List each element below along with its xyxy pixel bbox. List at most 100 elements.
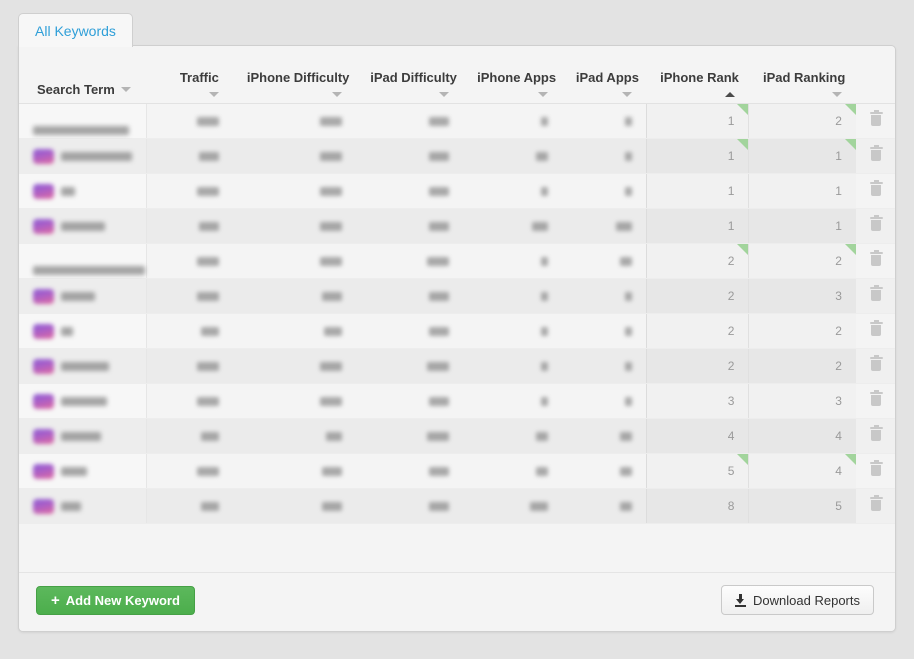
table-row[interactable]: 11 bbox=[19, 209, 895, 244]
ipad-diff-value bbox=[429, 327, 449, 336]
cell-ipad-diff bbox=[356, 209, 463, 244]
table-row[interactable]: 11 bbox=[19, 174, 895, 209]
cell-ipad-rank: 2 bbox=[749, 244, 856, 279]
column-header-label: iPad Apps bbox=[576, 46, 632, 85]
cell-ipad-diff bbox=[356, 489, 463, 524]
table-row[interactable]: 22 bbox=[19, 314, 895, 349]
rank-improved-flag-icon bbox=[737, 244, 748, 255]
cell-traffic bbox=[146, 489, 232, 524]
column-header-iphone-diff[interactable]: iPhone Difficulty bbox=[233, 46, 356, 104]
download-reports-button[interactable]: Download Reports bbox=[721, 585, 874, 615]
search-term-text bbox=[61, 292, 95, 301]
cell-search-term bbox=[19, 244, 146, 279]
trash-icon[interactable] bbox=[870, 287, 883, 302]
iphone-apps-value bbox=[541, 117, 548, 126]
cell-ipad-rank: 2 bbox=[749, 104, 856, 139]
cell-delete[interactable] bbox=[856, 139, 895, 174]
cell-search-term bbox=[19, 279, 146, 314]
cell-iphone-apps bbox=[463, 349, 562, 384]
cell-iphone-rank: 2 bbox=[646, 314, 749, 349]
cell-search-term bbox=[19, 454, 146, 489]
trash-icon[interactable] bbox=[870, 182, 883, 197]
cell-iphone-diff bbox=[233, 279, 356, 314]
cell-delete[interactable] bbox=[856, 384, 895, 419]
column-header-iphone-apps[interactable]: iPhone Apps bbox=[463, 46, 562, 104]
column-header-label: iPad Difficulty bbox=[370, 46, 449, 85]
table-row[interactable]: 33 bbox=[19, 384, 895, 419]
column-header-iphone-rank[interactable]: iPhone Rank bbox=[646, 46, 749, 104]
table-body: 121111112223222233445485 bbox=[19, 104, 895, 524]
cell-iphone-rank: 2 bbox=[646, 279, 749, 314]
ipad-diff-value bbox=[429, 117, 449, 126]
cell-traffic bbox=[146, 349, 232, 384]
cell-delete[interactable] bbox=[856, 454, 895, 489]
cell-delete[interactable] bbox=[856, 489, 895, 524]
column-header-ipad-diff[interactable]: iPad Difficulty bbox=[356, 46, 463, 104]
cell-delete[interactable] bbox=[856, 279, 895, 314]
cell-iphone-rank: 8 bbox=[646, 489, 749, 524]
caret-down-icon bbox=[121, 87, 131, 92]
ipad-rank-value: 2 bbox=[835, 114, 842, 128]
cell-search-term bbox=[19, 104, 146, 139]
ipad-apps-value bbox=[625, 292, 632, 301]
trash-icon[interactable] bbox=[870, 427, 883, 442]
cell-delete[interactable] bbox=[856, 244, 895, 279]
caret-down-icon bbox=[209, 92, 219, 97]
table-row[interactable]: 22 bbox=[19, 244, 895, 279]
cell-delete[interactable] bbox=[856, 209, 895, 244]
cell-search-term bbox=[19, 314, 146, 349]
iphone-apps-value bbox=[532, 222, 548, 231]
trash-icon[interactable] bbox=[870, 392, 883, 407]
table-row[interactable]: 12 bbox=[19, 104, 895, 139]
search-term-text bbox=[61, 222, 105, 231]
download-icon bbox=[735, 594, 746, 607]
trash-icon[interactable] bbox=[870, 322, 883, 337]
table-row[interactable]: 54 bbox=[19, 454, 895, 489]
cell-ipad-rank: 3 bbox=[749, 384, 856, 419]
cell-delete[interactable] bbox=[856, 314, 895, 349]
trash-icon[interactable] bbox=[870, 357, 883, 372]
cell-traffic bbox=[146, 209, 232, 244]
cell-ipad-rank: 2 bbox=[749, 349, 856, 384]
cell-iphone-apps bbox=[463, 104, 562, 139]
trash-icon[interactable] bbox=[870, 217, 883, 232]
trash-icon[interactable] bbox=[870, 252, 883, 267]
cell-delete[interactable] bbox=[856, 104, 895, 139]
trash-icon[interactable] bbox=[870, 462, 883, 477]
cell-iphone-apps bbox=[463, 489, 562, 524]
ipad-apps-value bbox=[625, 152, 632, 161]
table-row[interactable]: 11 bbox=[19, 139, 895, 174]
tab-all-keywords[interactable]: All Keywords bbox=[18, 13, 133, 47]
table-row[interactable]: 23 bbox=[19, 279, 895, 314]
cell-ipad-rank: 4 bbox=[749, 454, 856, 489]
column-header-ipad-rank[interactable]: iPad Ranking bbox=[749, 46, 856, 104]
iphone-diff-value bbox=[320, 257, 342, 266]
column-header-term[interactable]: Search Term bbox=[19, 46, 146, 104]
ipad-diff-value bbox=[429, 397, 449, 406]
table-row[interactable]: 44 bbox=[19, 419, 895, 454]
cell-traffic bbox=[146, 104, 232, 139]
table-row[interactable]: 22 bbox=[19, 349, 895, 384]
cell-search-term bbox=[19, 209, 146, 244]
cell-delete[interactable] bbox=[856, 349, 895, 384]
trash-icon[interactable] bbox=[870, 147, 883, 162]
ipad-rank-value: 5 bbox=[835, 499, 842, 513]
cell-ipad-rank: 1 bbox=[749, 209, 856, 244]
column-header-traffic[interactable]: Traffic bbox=[146, 46, 232, 104]
column-header-label: iPhone Apps bbox=[477, 46, 548, 85]
cell-delete[interactable] bbox=[856, 419, 895, 454]
rank-improved-flag-icon bbox=[737, 454, 748, 465]
column-header-ipad-apps[interactable]: iPad Apps bbox=[562, 46, 646, 104]
iphone-apps-value bbox=[541, 362, 548, 371]
ipad-apps-value bbox=[620, 257, 632, 266]
trash-icon[interactable] bbox=[870, 497, 883, 512]
trash-icon[interactable] bbox=[870, 112, 883, 127]
search-term-text bbox=[61, 152, 132, 161]
ipad-diff-value bbox=[427, 362, 449, 371]
ipad-apps-value bbox=[620, 432, 632, 441]
table-row[interactable]: 85 bbox=[19, 489, 895, 524]
ipad-diff-value bbox=[429, 222, 449, 231]
search-term-text bbox=[61, 327, 73, 336]
add-new-keyword-button[interactable]: + Add New Keyword bbox=[36, 586, 195, 615]
cell-delete[interactable] bbox=[856, 174, 895, 209]
